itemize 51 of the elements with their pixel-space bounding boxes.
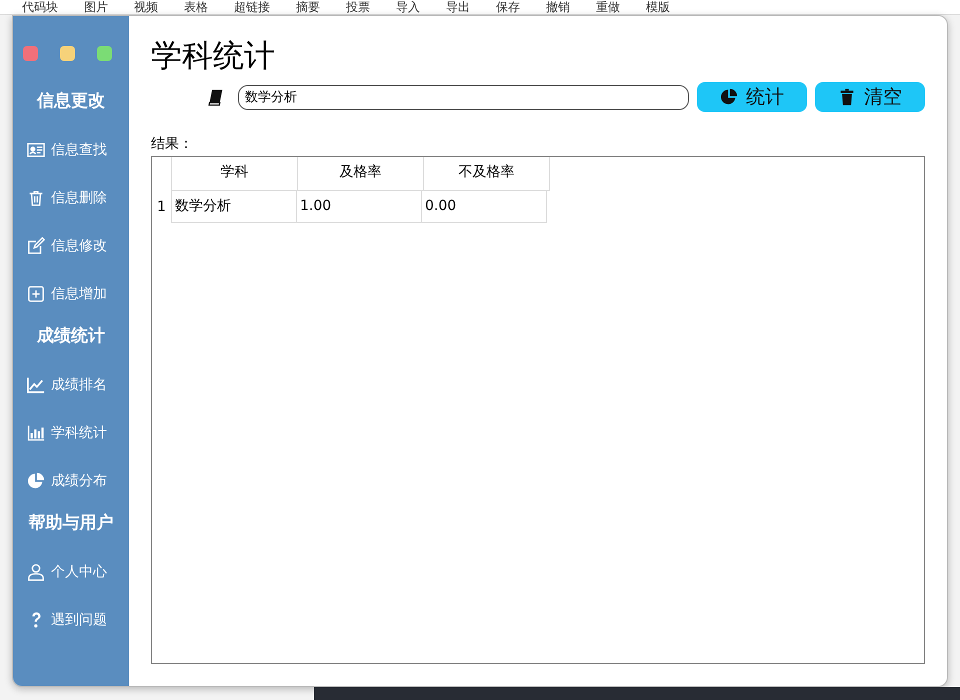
minimize-icon[interactable] [60,46,75,61]
id-card-icon [27,141,45,159]
sidebar-item[interactable]: 信息修改 [13,222,129,270]
sidebar-item[interactable]: 信息查找 [13,126,129,174]
subject-input[interactable]: 数学分析 [238,84,689,110]
table-cell: 0.00 [422,191,547,223]
toolbar-item: 摘要 [296,1,320,14]
trash-icon [27,189,45,207]
sidebar-item[interactable]: 信息增加 [13,270,129,318]
trash-icon [838,88,856,106]
column-header: 学科 [172,157,298,191]
row-number: 1 [152,191,172,223]
clear-button[interactable]: 清空 [815,82,925,112]
column-header: 及格率 [298,157,424,191]
statistics-button[interactable]: 统计 [697,82,807,112]
column-header: 不及格率 [424,157,550,191]
toolbar-item: 表格 [184,1,208,14]
pie-chart-icon [27,472,45,490]
page-title: 学科统计 [151,37,276,76]
toolbar-item: 视频 [134,1,158,14]
pie-chart-icon [720,88,738,106]
toolbar-item: 导入 [396,1,420,14]
toolbar-item: 重做 [596,1,620,14]
edit-icon [27,237,45,255]
sidebar-item[interactable]: 遇到问题 [13,596,129,644]
sidebar-section-title: 帮助与用户 [28,512,114,535]
toolbar-item: 导出 [446,1,470,14]
result-label: 结果： [151,135,194,154]
sidebar-section-title: 成绩统计 [36,325,106,348]
sidebar-item[interactable]: 个人中心 [13,548,129,596]
toolbar-item: 投票 [346,1,370,14]
toolbar-item: 撤销 [546,1,570,14]
sidebar-item[interactable]: 成绩分布 [13,457,129,505]
toolbar-item: 图片 [84,1,108,14]
close-icon[interactable] [23,46,38,61]
bar-chart-icon [27,424,45,442]
sidebar-item[interactable]: 信息删除 [13,174,129,222]
toolbar-item: 保存 [496,1,520,14]
toolbar-item: 超链接 [234,1,270,14]
plus-square-icon [27,285,45,303]
line-chart-icon [27,376,45,394]
table-cell: 1.00 [297,191,422,223]
sidebar-item[interactable]: 学科统计 [13,409,129,457]
toolbar-item: 代码块 [22,1,58,14]
user-icon [27,563,45,581]
table-cell: 数学分析 [172,191,297,223]
sidebar-item[interactable]: 成绩排名 [13,361,129,409]
book-icon [207,88,224,106]
maximize-icon[interactable] [97,46,112,61]
toolbar-item: 模版 [646,1,670,14]
sidebar-section-title: 信息更改 [36,90,106,113]
